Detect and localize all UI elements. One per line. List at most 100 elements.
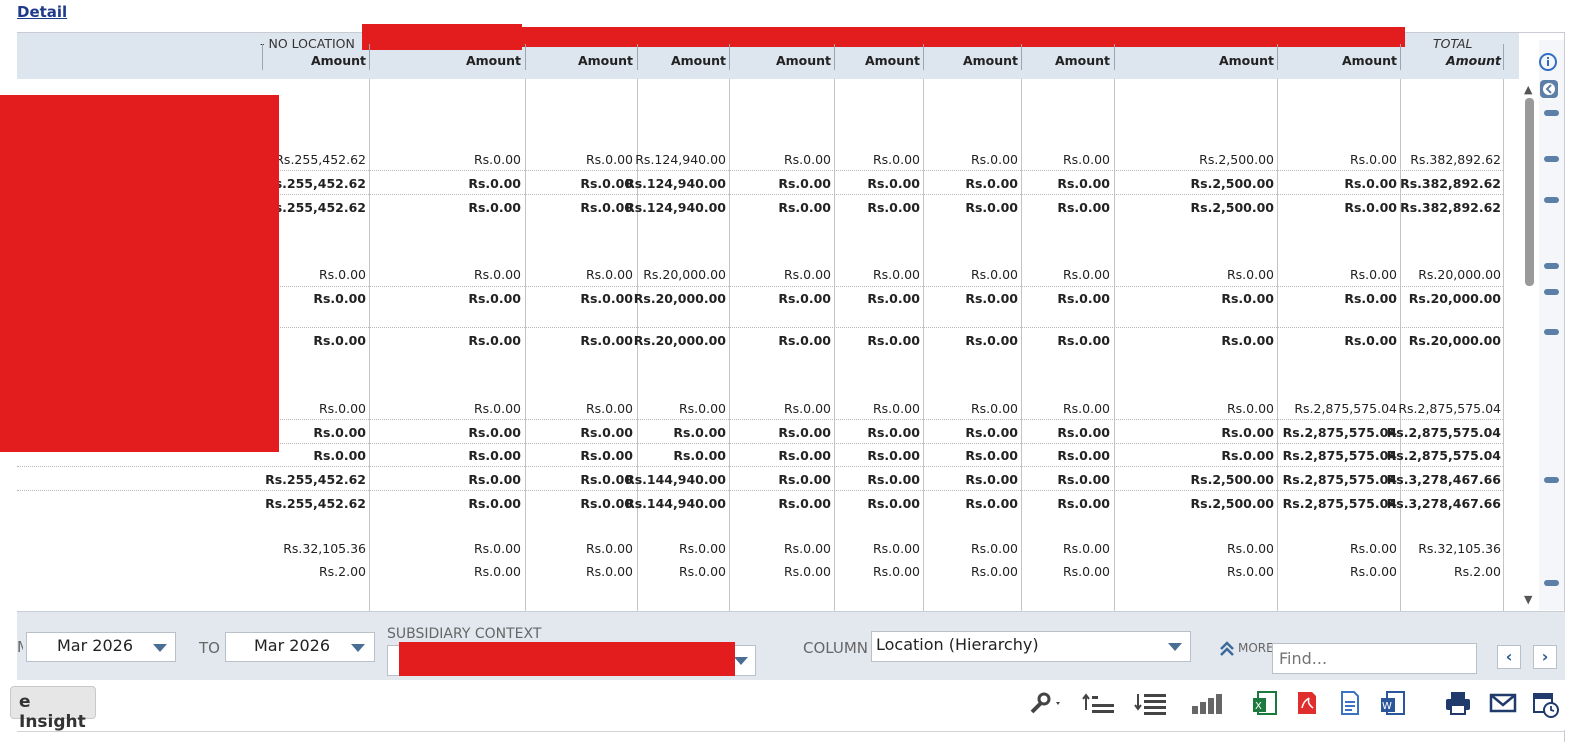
section-marker[interactable] [1544,580,1559,586]
wrench-icon[interactable] [1028,690,1060,716]
column-gridline [369,79,370,611]
column-header-total[interactable]: TOTAL [1433,36,1472,51]
scroll-up-arrow[interactable]: ▲ [1524,83,1532,96]
column-header-amount[interactable]: Amount [990,53,1110,68]
insight-button[interactable]: e Insight [10,686,96,732]
header-separator [369,44,370,70]
table-cell: Rs.0.00 [1062,401,1110,416]
table-cell: Rs.0.00 [1057,176,1110,191]
header-separator [729,44,730,70]
email-icon[interactable] [1489,690,1517,716]
section-marker[interactable] [1544,197,1559,203]
from-period-select[interactable]: Mar 2026 [26,632,176,662]
bottom-toolbar [17,680,1565,730]
print-icon[interactable] [1444,690,1470,716]
column-header-no-location[interactable]: - NO LOCATION [260,36,355,51]
table-cell: Rs.0.00 [1057,291,1110,306]
collapse-rows-icon[interactable] [1134,690,1166,716]
svg-text:X: X [1255,701,1262,712]
column-header-amount[interactable]: Amount [1381,53,1501,68]
section-marker[interactable] [1544,289,1559,295]
document-icon[interactable] [1337,690,1363,716]
section-marker[interactable] [1544,329,1559,335]
column-header-amount[interactable]: Amount [606,53,726,68]
header-separator [1400,44,1401,70]
to-period-value: Mar 2026 [254,636,330,655]
info-icon[interactable] [1538,52,1558,72]
scrollbar-thumb[interactable] [1525,98,1534,286]
table-cell: Rs.3,278,467.66 [1386,496,1501,511]
table-cell: Rs.2,875,575.04 [1398,401,1501,416]
table-cell: Rs.20,000.00 [1408,291,1501,306]
subsidiary-context-label: SUBSIDIARY CONTEXT [387,626,542,642]
header-separator [637,44,638,70]
section-marker[interactable] [1544,477,1559,483]
table-cell: Rs.0.00 [1057,496,1110,511]
section-marker[interactable] [1544,156,1559,162]
column-gridline [1114,79,1115,611]
column-select[interactable]: Location (Hierarchy) [871,631,1191,662]
section-marker[interactable] [1544,110,1559,116]
from-period-value: Mar 2026 [57,636,133,655]
header-separator [1503,44,1504,70]
to-label: TO [199,639,220,657]
column-gridline [1503,79,1504,611]
chevron-down-icon [153,644,167,652]
redacted-header-names-2 [518,27,1405,47]
column-header-amount[interactable]: Amount [1277,53,1397,68]
header-separator [1277,44,1278,70]
schedule-icon[interactable] [1532,690,1559,718]
excel-icon[interactable]: X [1252,690,1278,716]
prev-button[interactable]: ‹ [1497,645,1521,669]
chevron-down-icon [734,657,748,665]
chart-icon[interactable] [1190,690,1222,716]
svg-text:W: W [1382,701,1392,712]
table-cell: Rs.255,452.62 [265,496,366,511]
table-cell: Rs.0.00 [1057,425,1110,440]
header-separator [834,44,835,70]
collapse-icon[interactable] [1540,80,1558,98]
from-label: M [17,638,23,656]
column-header-amount[interactable]: Amount [1154,53,1274,68]
table-cell: Rs.20,000.00 [1418,267,1501,282]
find-input[interactable] [1272,643,1477,674]
header-separator [262,44,263,70]
to-period-select[interactable]: Mar 2026 [225,632,375,662]
column-header-amount[interactable]: Amount [401,53,521,68]
table-cell: Rs.382,892.62 [1400,176,1501,191]
table-cell: Rs.2.00 [318,564,366,579]
table-cell: Rs.0.00 [1062,541,1110,556]
table-cell: Rs.0.00 [1057,200,1110,215]
chevron-down-icon [351,644,365,652]
double-chevron-up-icon[interactable] [1218,640,1236,658]
table-cell: Rs.20,000.00 [1408,333,1501,348]
table-cell: Rs.32,105.36 [283,541,366,556]
redacted-header-names [362,24,522,50]
redacted-subsidiary-value [399,642,735,676]
word-icon[interactable]: W [1380,690,1406,716]
table-cell: Rs.2.00 [1453,564,1501,579]
header-separator [1021,44,1022,70]
table-cell: Rs.0.00 [1057,472,1110,487]
table-cell: Rs.0.00 [1062,267,1110,282]
more-label[interactable]: MORE [1238,641,1274,655]
next-button[interactable]: › [1533,645,1557,669]
table-cell: Rs.0.00 [1057,448,1110,463]
pdf-icon[interactable] [1294,690,1320,716]
chevron-down-icon [1168,643,1182,651]
column-value: Location (Hierarchy) [876,635,1039,654]
table-cell: Rs.382,892.62 [1410,152,1501,167]
table-cell: Rs.32,105.36 [1418,541,1501,556]
table-cell: Rs.255,452.62 [265,472,366,487]
section-marker[interactable] [1544,263,1559,269]
table-cell: Rs.0.00 [1057,333,1110,348]
detail-link[interactable]: Detail [17,3,67,21]
header-separator [923,44,924,70]
row-divider [17,466,1503,467]
section-navigator-rail [1539,40,1564,610]
column-header-amount[interactable]: Amount [246,53,366,68]
scroll-down-arrow[interactable]: ▼ [1524,593,1532,606]
column-label: COLUMN [803,639,869,657]
expand-rows-icon[interactable] [1082,690,1114,716]
table-cell: Rs.0.00 [1062,564,1110,579]
